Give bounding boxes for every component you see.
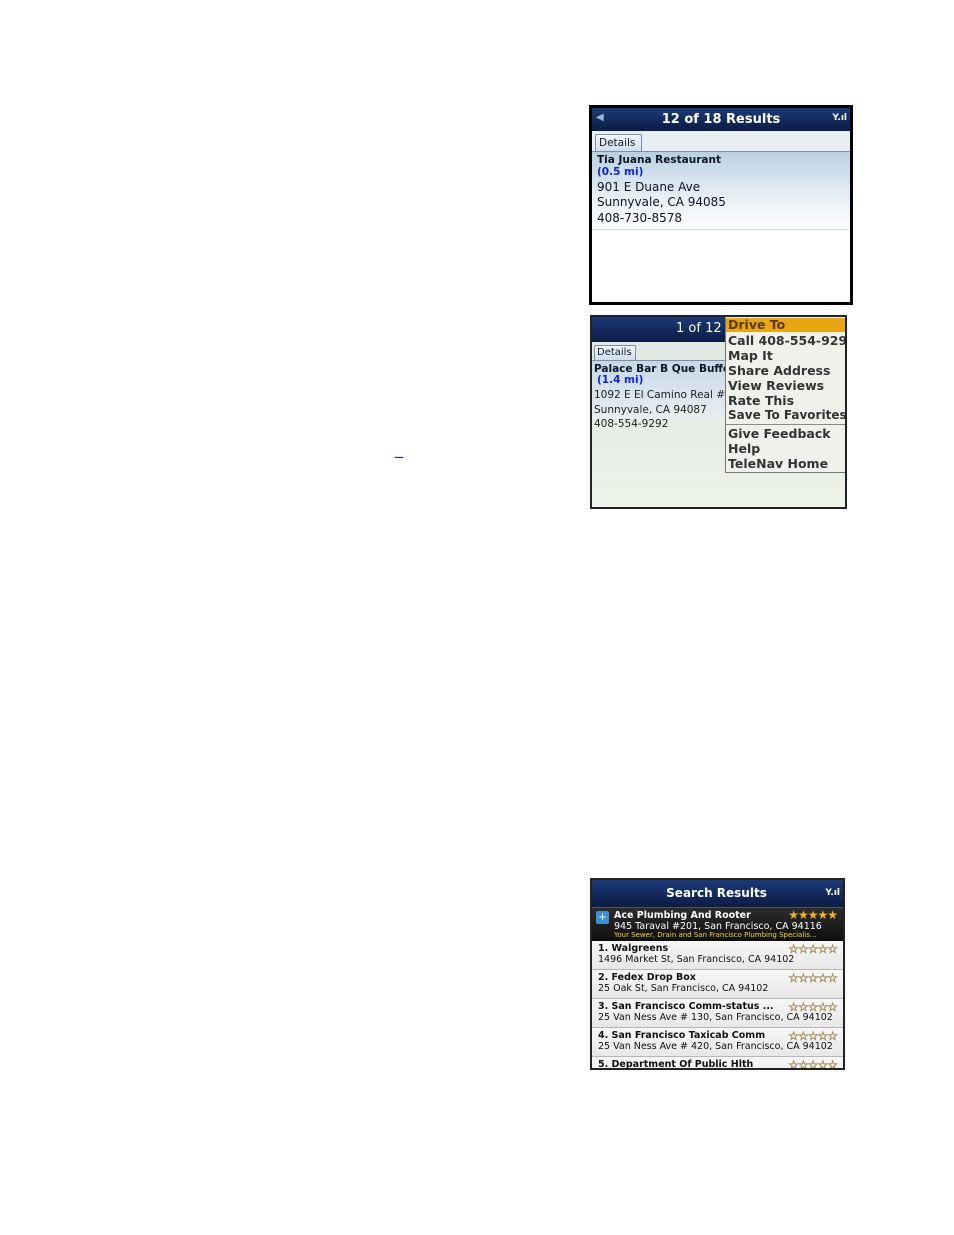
sponsor-name: Ace Plumbing And Rooter bbox=[614, 910, 751, 921]
menu-item-telenav-home[interactable]: TeleNav Home bbox=[728, 456, 828, 471]
menu-item-view-reviews[interactable]: View Reviews bbox=[728, 378, 824, 393]
menu-item-drive-to[interactable]: Drive To bbox=[726, 318, 845, 332]
details-screen-1: ◀ 12 of 18 Results Y.ıl Details Tia Juan… bbox=[589, 105, 853, 305]
list-item[interactable]: 3. San Francisco Comm-status ... 25 Van … bbox=[592, 999, 843, 1028]
sponsor-tagline: Your Sewer, Drain and San Francisco Plum… bbox=[614, 931, 817, 939]
tab-details[interactable]: Details bbox=[595, 134, 642, 152]
title-bar: Search Results Y.ıl bbox=[592, 880, 843, 907]
sponsor-rating: ★★★★★ bbox=[788, 908, 838, 922]
result-address: 25 Oak St, San Francisco, CA 94102 bbox=[598, 983, 769, 994]
context-menu: Drive To Call 408-554-9292 Map It Share … bbox=[725, 317, 845, 473]
tab-details[interactable]: Details bbox=[594, 345, 636, 361]
menu-item-save-to-favorites[interactable]: Save To Favorites bbox=[728, 408, 845, 422]
divider bbox=[592, 229, 850, 230]
menu-item-share-address[interactable]: Share Address bbox=[728, 363, 830, 378]
distance: (0.5 mi) bbox=[597, 166, 644, 178]
menu-item-map-it[interactable]: Map It bbox=[728, 348, 773, 363]
phone-number[interactable]: 408-554-9292 bbox=[594, 418, 668, 430]
results-counter: 12 of 18 Results bbox=[661, 112, 781, 127]
address-line-1: 1092 E El Camino Real # bbox=[594, 389, 726, 401]
search-results-screen: Search Results Y.ıl + Ace Plumbing And R… bbox=[590, 878, 845, 1070]
result-title: 2. Fedex Drop Box bbox=[598, 972, 696, 983]
sponsored-listing[interactable]: + Ace Plumbing And Rooter 945 Taraval #2… bbox=[592, 907, 843, 942]
signal-icon: Y.ıl bbox=[832, 113, 847, 123]
stray-mark: _ bbox=[395, 439, 403, 458]
result-address: 1496 Market St, San Francisco, CA 94102 bbox=[598, 954, 795, 965]
result-title: 5. Department Of Public Hlth bbox=[598, 1059, 754, 1070]
sponsor-badge-icon: + bbox=[596, 911, 609, 924]
menu-item-call[interactable]: Call 408-554-9292 bbox=[728, 333, 845, 348]
result-title: 4. San Francisco Taxicab Comm bbox=[598, 1030, 766, 1041]
list-item[interactable]: 1. Walgreens 1496 Market St, San Francis… bbox=[592, 941, 843, 970]
list-item[interactable]: 4. San Francisco Taxicab Comm 25 Van Nes… bbox=[592, 1028, 843, 1057]
address-line-1: 901 E Duane Ave bbox=[597, 180, 701, 194]
result-title: 1. Walgreens bbox=[598, 943, 669, 954]
distance: (1.4 mi) bbox=[597, 374, 644, 386]
result-rating: ☆☆☆☆☆ bbox=[788, 971, 838, 986]
result-rating: ☆☆☆☆☆ bbox=[788, 1000, 838, 1015]
list-item[interactable]: 2. Fedex Drop Box 25 Oak St, San Francis… bbox=[592, 970, 843, 999]
menu-item-rate-this[interactable]: Rate This bbox=[728, 393, 794, 408]
result-rating: ☆☆☆☆☆ bbox=[788, 1029, 838, 1044]
title-bar: ◀ 12 of 18 Results Y.ıl bbox=[592, 108, 850, 131]
address-line-2: Sunnyvale, CA 94085 bbox=[597, 195, 726, 209]
screen-title: Search Results bbox=[666, 886, 767, 900]
result-rating: ☆☆☆☆☆ bbox=[788, 1058, 838, 1070]
phone-number[interactable]: 408-730-8578 bbox=[597, 211, 682, 225]
menu-item-help[interactable]: Help bbox=[728, 441, 760, 456]
result-title: 3. San Francisco Comm-status ... bbox=[598, 1001, 774, 1012]
details-screen-2: 1 of 12 R Details Palace Bar B Que Buffe… bbox=[590, 315, 847, 509]
address-line-2: Sunnyvale, CA 94087 bbox=[594, 404, 707, 416]
place-name: Tia Juana Restaurant bbox=[597, 154, 721, 166]
list-item[interactable]: 5. Department Of Public Hlth ☆☆☆☆☆ bbox=[592, 1057, 843, 1070]
menu-item-give-feedback[interactable]: Give Feedback bbox=[728, 426, 831, 441]
menu-separator bbox=[726, 424, 845, 425]
back-arrow-icon[interactable]: ◀ bbox=[596, 112, 604, 123]
result-rating: ☆☆☆☆☆ bbox=[788, 942, 838, 957]
signal-icon: Y.ıl bbox=[825, 888, 840, 898]
